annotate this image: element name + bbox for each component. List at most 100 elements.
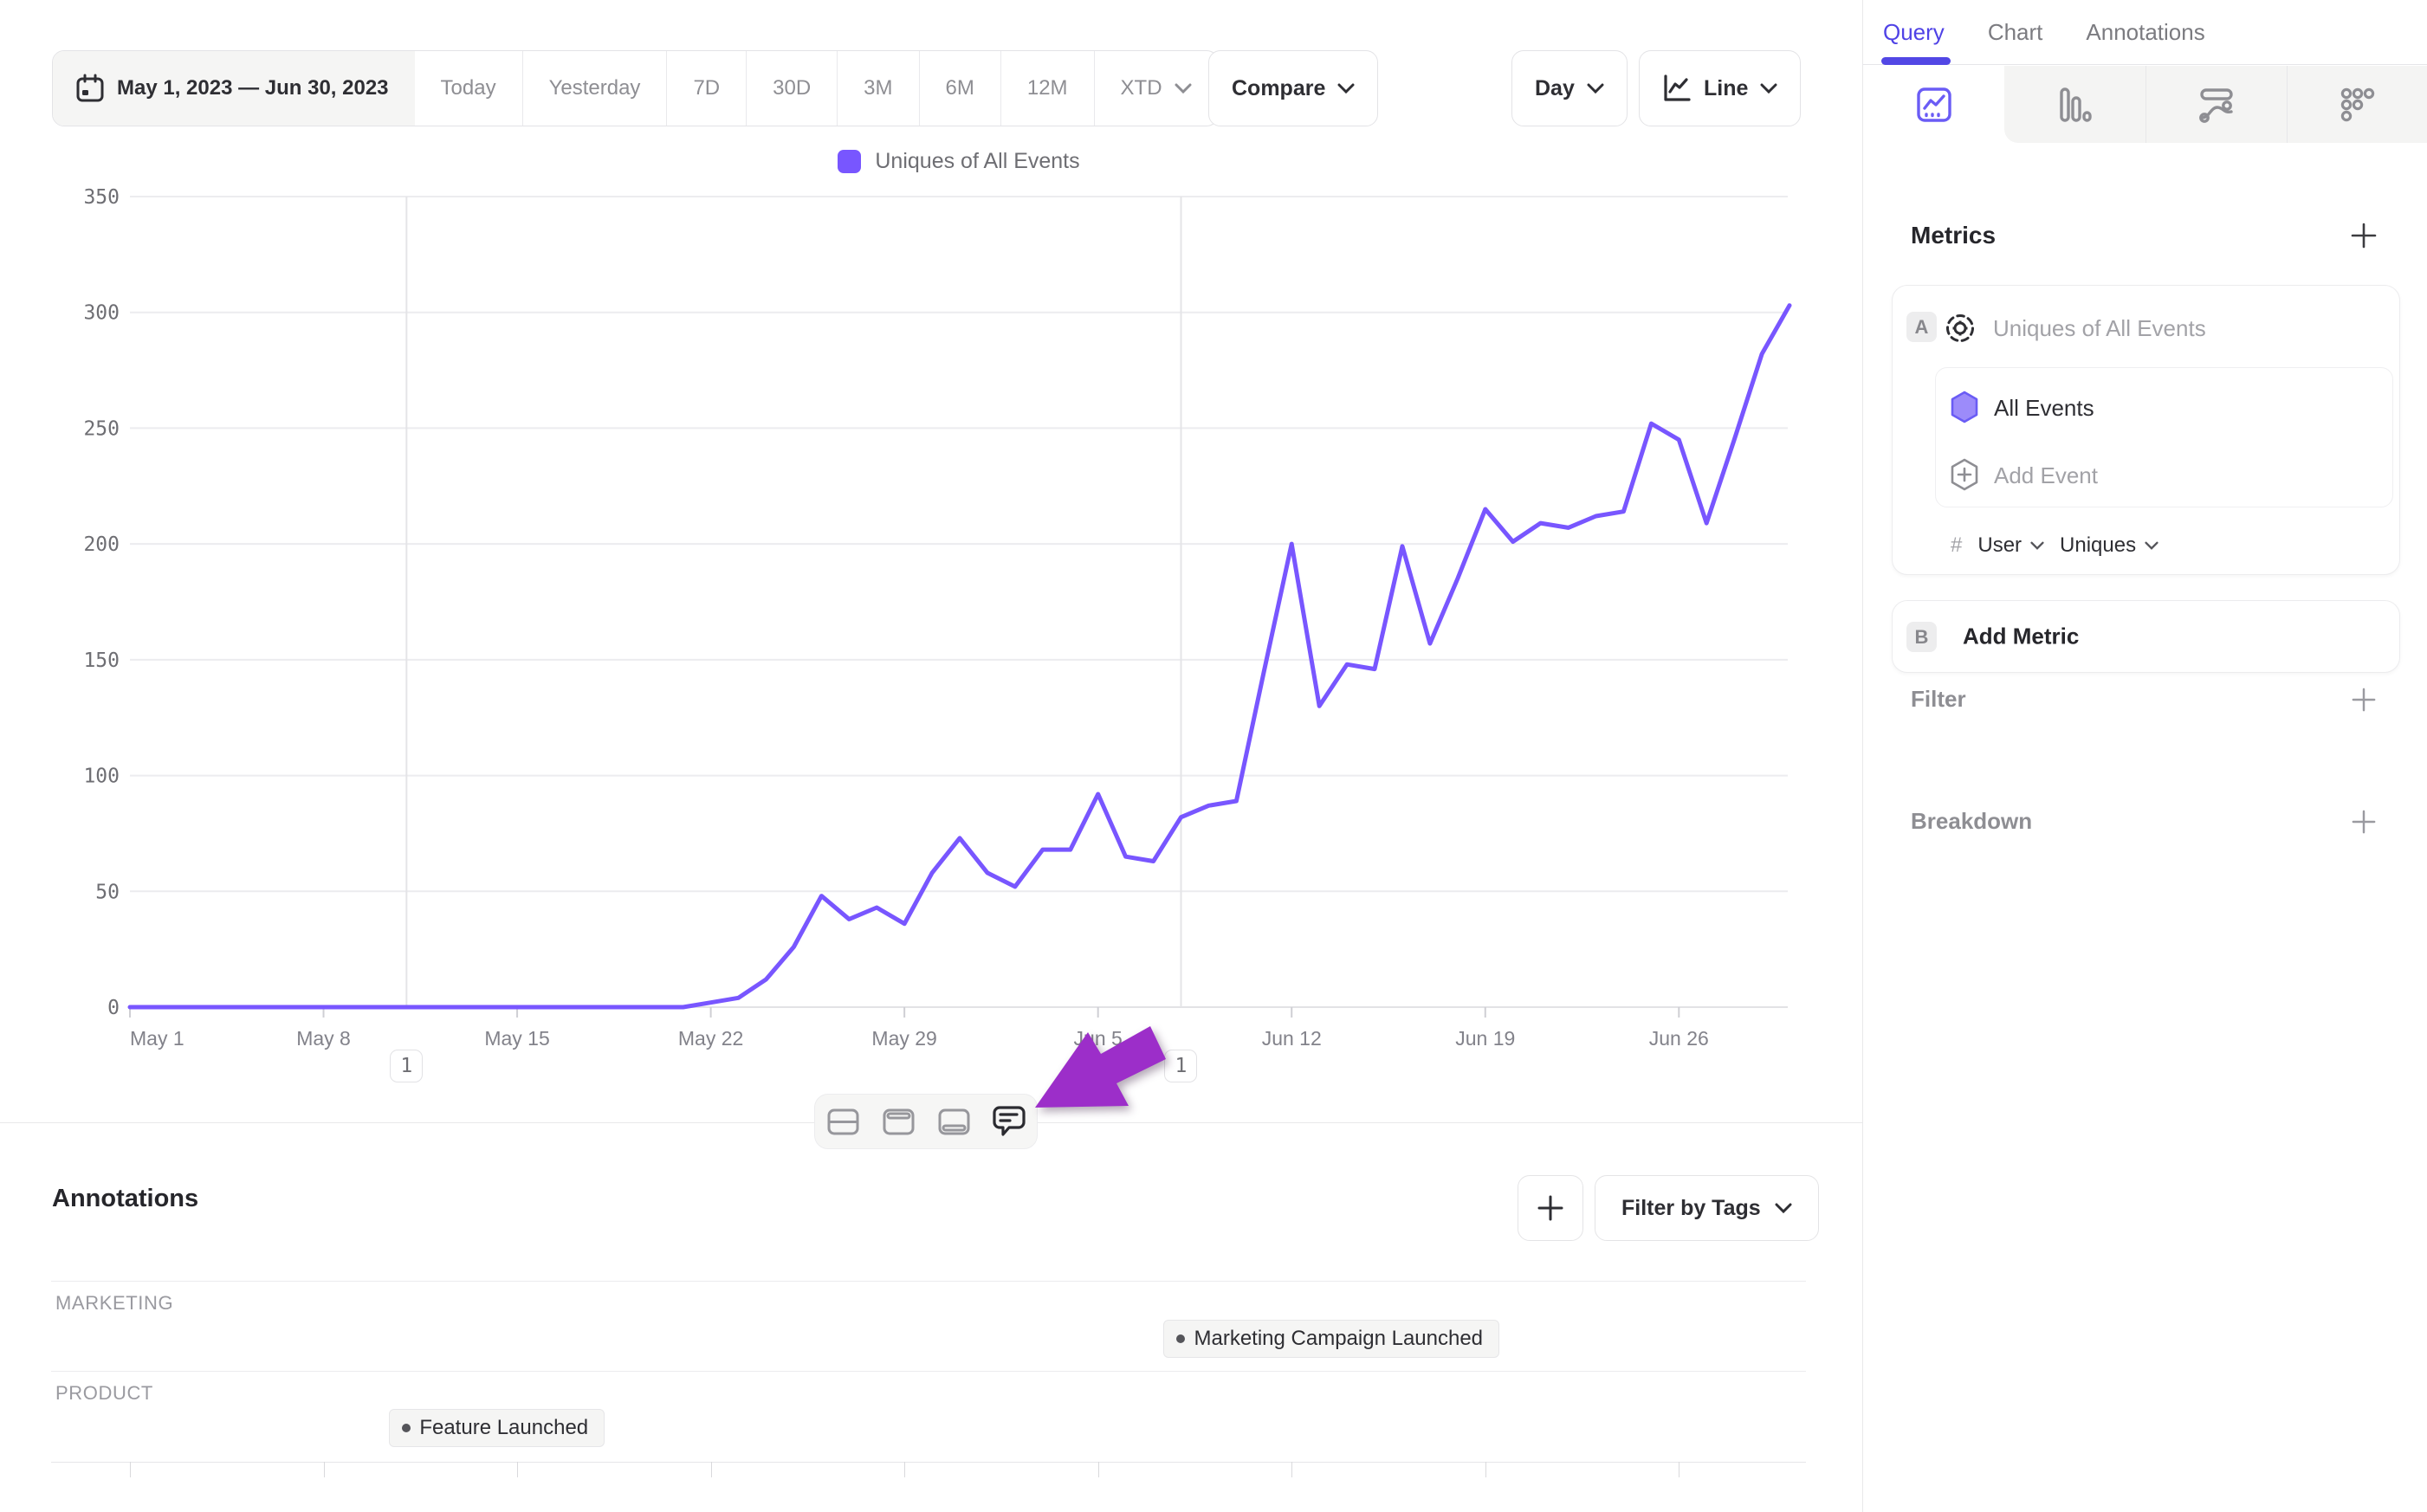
plus-icon — [1537, 1194, 1564, 1222]
add-metric-plus-button[interactable] — [2348, 220, 2379, 251]
layout-split-rows-button[interactable] — [815, 1095, 870, 1148]
x-axis-label: May 1 — [130, 1027, 184, 1050]
y-axis-label: 50 — [95, 881, 120, 903]
metric-a-header[interactable]: A Uniques of All Events — [1893, 312, 2399, 345]
tab-query[interactable]: Query — [1883, 19, 1945, 46]
event-label: All Events — [1994, 395, 2094, 422]
y-axis-label: 0 — [107, 997, 120, 1019]
add-metric-label: Add Metric — [1963, 624, 2079, 650]
add-filter-button[interactable] — [2348, 684, 2379, 715]
annotation-count-badge[interactable]: 1 — [1164, 1050, 1197, 1082]
x-axis-label: May 22 — [678, 1027, 743, 1050]
annotation-count-badge[interactable]: 1 — [390, 1050, 423, 1082]
annotations-timeline-axis — [51, 1462, 1806, 1463]
timeline-tick — [517, 1462, 518, 1477]
annotations-toggle-button[interactable] — [981, 1095, 1037, 1148]
row-divider — [51, 1281, 1806, 1282]
flow-icon — [2198, 87, 2235, 123]
plus-icon — [2350, 222, 2378, 249]
filter-section-label: Filter — [1911, 686, 1966, 713]
timeline-tick — [130, 1462, 131, 1477]
annotation-chip[interactable]: Feature Launched — [389, 1409, 605, 1447]
chart-type-bar-tab[interactable] — [2004, 66, 2145, 143]
sidebar-tabs: Query Chart Annotations — [1863, 0, 2427, 65]
filter-by-tags-label: Filter by Tags — [1621, 1196, 1761, 1221]
add-event-hexagon-icon — [1950, 458, 1981, 491]
series-line[interactable] — [130, 306, 1790, 1007]
comment-icon — [993, 1106, 1026, 1138]
event-selector-card: All Events Add Event — [1935, 367, 2393, 507]
tab-chart[interactable]: Chart — [1988, 19, 2043, 46]
plus-icon — [2351, 809, 2377, 835]
insights-report: May 1, 2023 — Jun 30, 2023 TodayYesterda… — [0, 0, 2427, 1512]
aggregation-label: Uniques — [2060, 533, 2136, 558]
chart-layout-toolbar — [814, 1094, 1038, 1149]
x-axis-label: Jun 19 — [1455, 1027, 1515, 1050]
chart-type-insights-tab[interactable] — [1863, 66, 2004, 143]
report-canvas: May 1, 2023 — Jun 30, 2023 TodayYesterda… — [0, 0, 1862, 1512]
metric-a-card: A Uniques of All Events — [1892, 285, 2400, 575]
annotation-chip-label: Feature Launched — [419, 1416, 588, 1440]
metrics-title: Metrics — [1911, 222, 1996, 249]
active-tab-underline — [1881, 57, 1951, 65]
bar-chart-icon — [2058, 87, 2093, 123]
timeline-tick — [711, 1462, 712, 1477]
timeline-tick — [904, 1462, 905, 1477]
x-axis-label: Jun 12 — [1262, 1027, 1322, 1050]
event-hexagon-icon — [1950, 391, 1981, 423]
x-axis-label: May 8 — [296, 1027, 351, 1050]
row-divider — [51, 1371, 1806, 1372]
metric-a-label: Uniques of All Events — [1993, 315, 2206, 342]
annotation-dot — [402, 1424, 411, 1432]
aggregation-row: # User Uniques — [1951, 533, 2158, 558]
dots-grid-icon — [2340, 87, 2375, 122]
entity-select[interactable]: User — [1977, 533, 2044, 558]
annotation-chip[interactable]: Marketing Campaign Launched — [1163, 1320, 1499, 1358]
x-axis-label: May 15 — [484, 1027, 549, 1050]
chevron-down-icon — [2145, 541, 2158, 550]
add-breakdown-button[interactable] — [2348, 806, 2379, 837]
timeline-tick — [1098, 1462, 1099, 1477]
metric-a-badge: A — [1906, 312, 1937, 342]
x-axis-label: Jun 26 — [1649, 1027, 1709, 1050]
annotations-title: Annotations — [52, 1185, 198, 1213]
chart-canvas[interactable]: 0 50 100 150 200 250 300 350 May 1 May 8 May 15 May… — [0, 0, 1862, 1091]
metric-b-badge: B — [1906, 622, 1937, 652]
annotation-category-label: MARKETING — [55, 1292, 173, 1315]
y-axis-label: 300 — [83, 302, 120, 325]
annotation-dot — [1176, 1334, 1185, 1343]
annotation-chip-label: Marketing Campaign Launched — [1194, 1327, 1483, 1351]
y-axis-label: 100 — [83, 766, 120, 788]
x-axis-label: May 29 — [871, 1027, 936, 1050]
metric-settings-icon[interactable] — [1945, 313, 1976, 344]
breakdown-section-label: Breakdown — [1911, 808, 2032, 835]
query-sidebar: Query Chart Annotations — [1862, 0, 2427, 1512]
add-event-row[interactable]: Add Event — [1936, 458, 2392, 493]
tab-annotations[interactable]: Annotations — [2086, 19, 2204, 46]
y-axis-label: 350 — [83, 186, 120, 209]
chart-type-retention-tab[interactable] — [2287, 66, 2427, 143]
y-axis-label: 250 — [83, 417, 120, 440]
metric-b-card[interactable]: B Add Metric — [1892, 600, 2400, 673]
chart-type-strip — [1863, 66, 2427, 143]
entity-label: User — [1977, 533, 2022, 558]
insights-line-icon — [1916, 87, 1952, 123]
filter-by-tags-button[interactable]: Filter by Tags — [1595, 1175, 1819, 1241]
y-axis-label: 200 — [83, 533, 120, 556]
event-row-all-events[interactable]: All Events — [1936, 391, 2392, 425]
add-event-label: Add Event — [1994, 462, 2098, 489]
x-axis-label: Jun 5 — [1074, 1027, 1123, 1050]
timeline-tick — [324, 1462, 325, 1477]
chevron-down-icon — [2030, 541, 2044, 550]
timeline-tick — [1485, 1462, 1486, 1477]
count-prefix: # — [1951, 533, 1962, 558]
y-axis-label: 150 — [83, 649, 120, 672]
plus-icon — [2351, 687, 2377, 713]
chart-type-flow-tab[interactable] — [2145, 66, 2287, 143]
layout-bottom-panel-button[interactable] — [926, 1095, 981, 1148]
layout-top-panel-button[interactable] — [870, 1095, 926, 1148]
aggregation-select[interactable]: Uniques — [2060, 533, 2158, 558]
annotation-category-label: PRODUCT — [55, 1382, 153, 1405]
chevron-down-icon — [1775, 1203, 1792, 1213]
add-annotation-button[interactable] — [1518, 1175, 1583, 1241]
